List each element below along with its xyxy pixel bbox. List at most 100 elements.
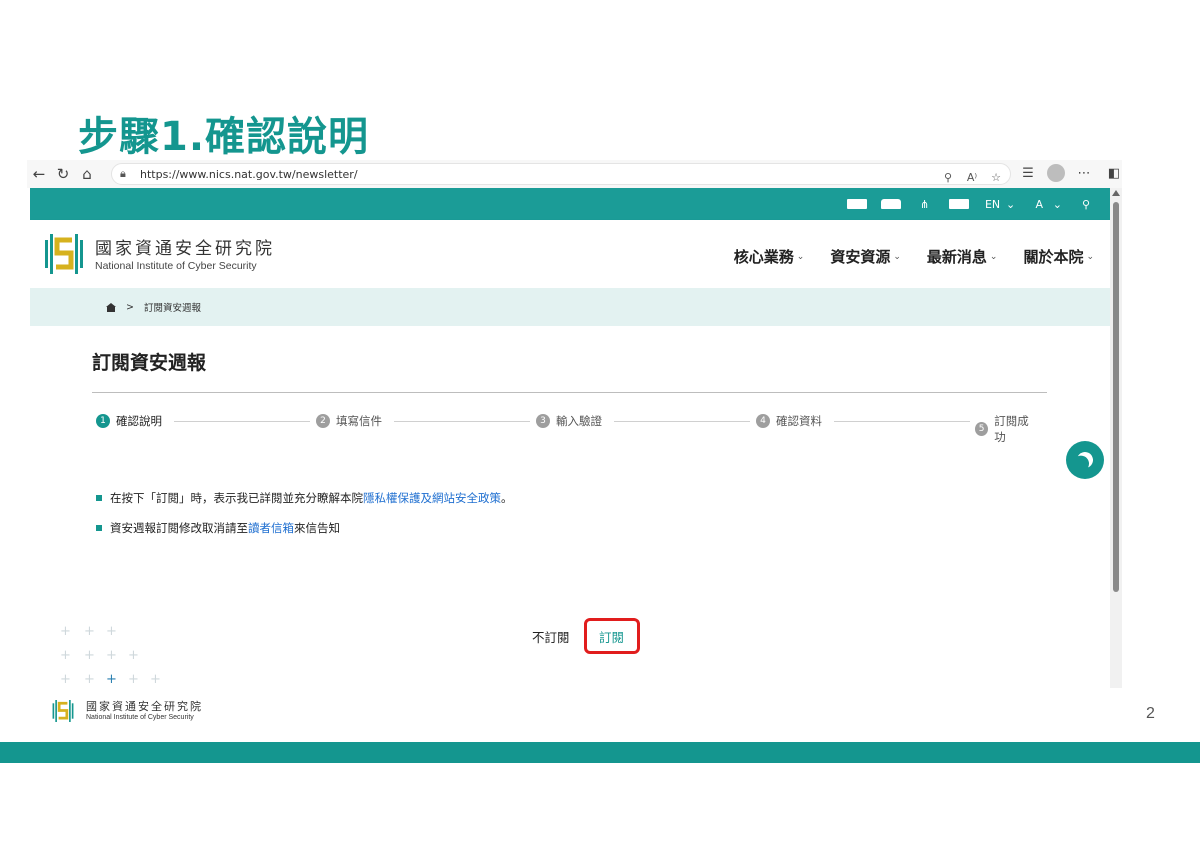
reader-mailbox-link[interactable]: 讀者信箱 (248, 520, 294, 536)
slide-title: 步驟1.確認說明 (78, 114, 370, 160)
footer-org-name-en: National Institute of Cyber Security (86, 714, 194, 721)
decorative-plus-icon: + (128, 648, 139, 663)
home-icon[interactable]: ⌂ (75, 162, 99, 186)
notice-text: 資安週報訂閱修改取消請至 (110, 521, 248, 535)
site-header: 國家資通安全研究院 National Institute of Cyber Se… (30, 220, 1110, 288)
home-icon[interactable] (106, 302, 116, 312)
decorative-plus-icon: + (60, 648, 71, 663)
action-buttons: 不訂閱 訂閱 (526, 618, 640, 654)
org-name-en: National Institute of Cyber Security (95, 260, 257, 272)
step-3: 3 輸入驗證 (536, 413, 606, 429)
nav-item-core-business[interactable]: 核心業務 ⌄ (734, 246, 805, 267)
read-aloud-icon[interactable]: A⁾ (962, 168, 982, 186)
back-arrow-icon[interactable]: ← (27, 162, 51, 186)
epaper-icon[interactable] (880, 199, 901, 209)
browser-toolbar: ← ↻ ⌂ 🔒︎ https://www.nics.nat.gov.tw/new… (27, 160, 1122, 188)
utility-bar: ⋔ EN ⌄ A ⌄ ⚲ (30, 188, 1110, 220)
font-size-switch[interactable]: A ⌄ (1029, 198, 1062, 211)
favorites-icon[interactable]: ☰ (1017, 162, 1039, 184)
nics-logo[interactable] (44, 230, 84, 278)
main-nav: 核心業務 ⌄ 資安資源 ⌄ 最新消息 ⌄ 關於本院 ⌄ (734, 246, 1094, 267)
step-4: 4 確認資料 (756, 413, 826, 429)
scrollbar[interactable] (1110, 188, 1122, 688)
step-connector (394, 421, 530, 422)
privacy-policy-link[interactable]: 隱私權保護及網站安全政策 (363, 490, 501, 506)
decorative-plus-icon: + (128, 672, 139, 687)
step-number: 3 (536, 414, 550, 428)
list-item: 資安週報訂閱修改取消請至 讀者信箱 來信告知 (96, 520, 513, 536)
nav-label: 核心業務 (733, 248, 794, 266)
zoom-icon[interactable]: ⚲ (938, 168, 958, 186)
step-label: 填寫信件 (336, 414, 382, 428)
step-5: 5 訂閱成功 (975, 413, 1042, 445)
breadcrumb-current: 訂閱資安週報 (143, 303, 201, 314)
rss-icon[interactable] (948, 199, 969, 209)
bullet-icon (96, 495, 102, 501)
refresh-icon[interactable]: ↻ (51, 162, 75, 186)
nav-item-security-resources[interactable]: 資安資源 ⌄ (830, 246, 901, 267)
language-label: EN (984, 197, 1001, 211)
stepper: 1 確認說明 2 填寫信件 3 輸入驗證 4 確認資料 5 訂閱成功 (96, 413, 1042, 445)
step-1: 1 確認說明 (96, 413, 166, 429)
page-title: 訂閱資安週報 (92, 352, 207, 374)
profile-avatar[interactable] (1047, 164, 1065, 182)
title-divider (92, 392, 1047, 393)
step-number: 2 (316, 414, 330, 428)
search-icon[interactable]: ⚲ (1076, 198, 1096, 211)
decorative-plus-icon: + (60, 624, 71, 639)
nav-label: 關於本院 (1023, 248, 1084, 266)
org-name-zh: 國家資通安全研究院 (95, 239, 275, 259)
dark-mode-toggle[interactable] (1066, 441, 1104, 479)
step-2: 2 填寫信件 (316, 413, 386, 429)
footer-band (0, 742, 1200, 763)
address-bar[interactable]: 🔒︎ https://www.nics.nat.gov.tw/newslette… (111, 163, 1011, 185)
subscribe-button[interactable]: 訂閱 (583, 618, 640, 654)
nav-item-news[interactable]: 最新消息 ⌄ (927, 246, 998, 267)
footer-nics-logo (52, 700, 74, 722)
decorative-plus-icon: + (150, 672, 161, 687)
moon-icon (1075, 450, 1096, 471)
nav-item-about[interactable]: 關於本院 ⌄ (1023, 246, 1094, 267)
notice-text-end: 。 (501, 491, 513, 505)
step-label: 確認資料 (776, 414, 822, 428)
list-item: 在按下「訂閱」時，表示我已詳閱並充分瞭解本院 隱私權保護及網站安全政策。 (96, 490, 513, 506)
decorative-plus-icon: + (106, 672, 117, 687)
step-number: 1 (96, 414, 110, 428)
notice-text: 在按下「訂閱」時，表示我已詳閱並充分瞭解本院 (110, 491, 363, 505)
language-switch[interactable]: EN ⌄ (983, 197, 1015, 211)
unsubscribe-button[interactable]: 不訂閱 (526, 623, 576, 650)
decorative-plus-icon: + (106, 624, 117, 639)
notice-list: 在按下「訂閱」時，表示我已詳閱並充分瞭解本院 隱私權保護及網站安全政策。 資安週報… (96, 490, 513, 550)
decorative-plus-icon: + (106, 648, 117, 663)
chevron-down-icon: ⌄ (989, 251, 998, 262)
breadcrumb: > 訂閱資安週報 (30, 288, 1110, 326)
step-connector (614, 421, 750, 422)
notice-text-end: 來信告知 (294, 521, 340, 535)
step-label: 輸入驗證 (556, 414, 602, 428)
step-connector (834, 421, 970, 422)
step-label: 確認說明 (116, 414, 162, 428)
more-menu-icon[interactable]: ⋯ (1073, 162, 1095, 184)
web-page: ⋔ EN ⌄ A ⌄ ⚲ 國家資通安全研究院 National Institut… (30, 188, 1110, 688)
chevron-down-icon: ⌄ (796, 251, 805, 262)
nav-label: 資安資源 (830, 248, 891, 266)
sidebar-icon[interactable]: ◧ (1103, 162, 1122, 184)
breadcrumb-separator-icon: > (126, 301, 134, 313)
bullet-icon (96, 525, 102, 531)
nav-label: 最新消息 (926, 248, 987, 266)
decorative-plus-icon: + (84, 624, 95, 639)
mail-icon[interactable] (846, 199, 867, 209)
scrollbar-thumb[interactable] (1113, 202, 1119, 592)
step-number: 4 (756, 414, 770, 428)
decorative-plus-icon: + (60, 672, 71, 687)
sitemap-icon[interactable]: ⋔ (915, 198, 935, 211)
page-number: 2 (1146, 705, 1155, 722)
step-connector (174, 421, 310, 422)
scroll-up-arrow-icon[interactable] (1112, 190, 1120, 196)
decorative-plus-icon: + (84, 648, 95, 663)
url-text: https://www.nics.nat.gov.tw/newsletter/ (140, 167, 358, 181)
step-label: 訂閱成功 (994, 414, 1029, 444)
step-number: 5 (975, 422, 989, 436)
favorite-star-icon[interactable]: ☆ (986, 168, 1006, 186)
footer-org-name-zh: 國家資通安全研究院 (86, 700, 203, 713)
